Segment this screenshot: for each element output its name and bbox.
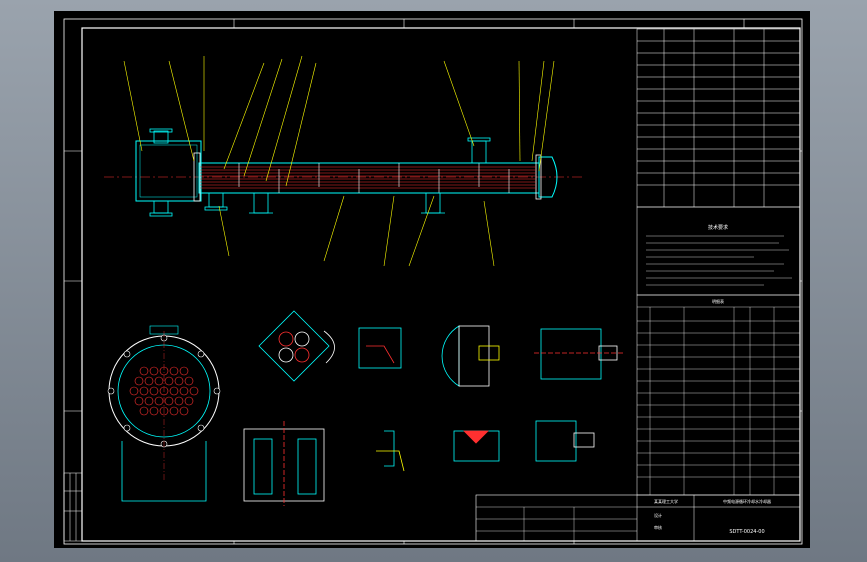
check-label: 审核: [654, 524, 662, 530]
parts-list: 明细表: [636, 294, 801, 496]
detail-view-plate: [243, 421, 325, 506]
parts-list-heading: 明细表: [712, 298, 724, 304]
project-title: 中频电源循环冷却水冷却器: [723, 498, 771, 504]
outer-frame: [63, 18, 803, 545]
drawing-sheet: 技术要求 明细表 某某理工大学 中频电源循环冷却水冷却器 设计 审核 SDTT-…: [63, 18, 803, 545]
notes-heading: 技术要求: [708, 224, 728, 231]
designer-unit: 某某理工大学: [654, 498, 678, 504]
detail-view-diamond: [258, 310, 335, 382]
left-binding-strip: [63, 472, 83, 542]
technical-notes-panel: 技术要求: [636, 206, 801, 296]
tube-bundle: [200, 166, 536, 189]
tubesheet-section-view: [107, 325, 221, 502]
design-label: 设计: [654, 512, 662, 518]
notes-text-lines: [646, 235, 792, 286]
detail-view-bolt: [534, 328, 624, 380]
detail-view-weld-2: [376, 430, 405, 472]
title-block: 某某理工大学 中频电源循环冷却水冷却器 设计 审核 SDTT-0024-00: [475, 494, 801, 542]
drawing-number: SDTT-0024-00: [729, 529, 764, 535]
detail-view-half-circle: [441, 325, 500, 387]
specification-table: [636, 28, 801, 208]
detail-view-stud: [535, 420, 595, 462]
baffles: [238, 163, 510, 193]
shell-body: [198, 162, 540, 194]
parts-list-grid: [637, 306, 800, 495]
frame-zone-ticks: [64, 19, 802, 544]
detail-view-weld-3: [453, 430, 500, 462]
leader-lines: [123, 55, 555, 267]
inner-frame: [81, 27, 801, 542]
saddle-supports: [249, 192, 445, 214]
cad-viewport[interactable]: 技术要求 明细表 某某理工大学 中频电源循环冷却水冷却器 设计 审核 SDTT-…: [54, 11, 810, 548]
heat-exchanger-elevation: [135, 128, 558, 217]
detail-view-weld-1: [358, 327, 402, 369]
